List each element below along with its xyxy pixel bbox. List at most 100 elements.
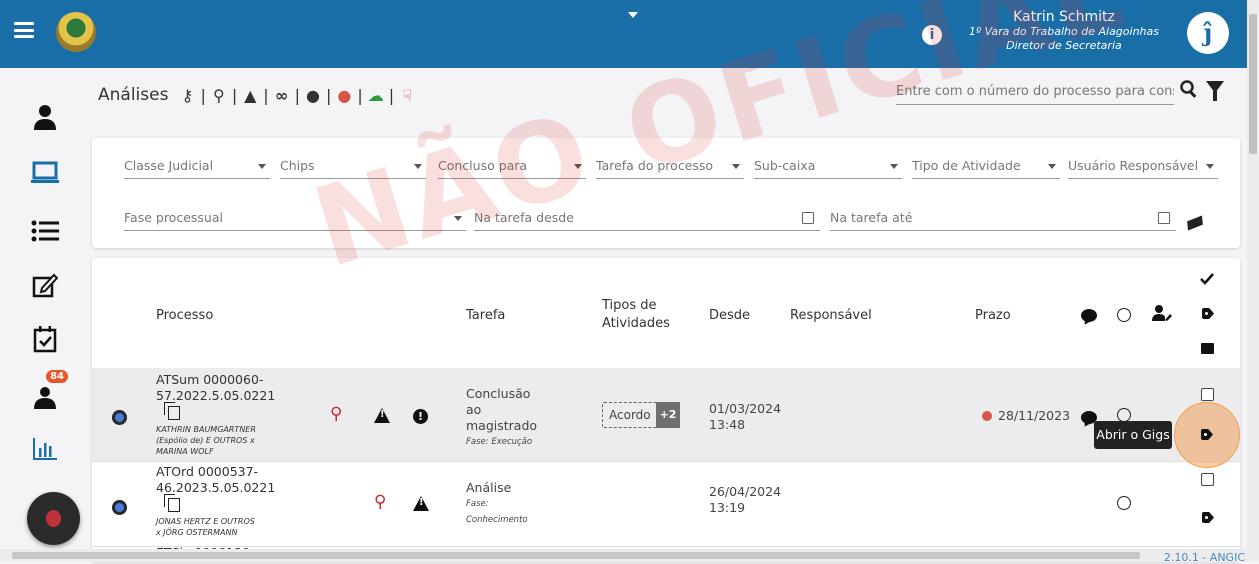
sidebar-item-reports[interactable] bbox=[28, 432, 62, 466]
sidebar-item-panel[interactable] bbox=[28, 156, 62, 190]
filters-panel: Classe Judicial Chips Concluso para Tare… bbox=[92, 138, 1240, 248]
table-row[interactable]: ATOrd 0000537- 46.2023.5.05.0221 JONAS H… bbox=[92, 461, 1240, 546]
circle-icon[interactable] bbox=[1117, 308, 1131, 322]
usuario-select[interactable]: Usuário Responsável bbox=[1068, 154, 1218, 179]
version-label: 2.10.1 - ANGIC bbox=[1163, 551, 1245, 564]
pje-logo[interactable]: ĵ bbox=[1187, 12, 1229, 54]
check-icon[interactable] bbox=[1200, 270, 1214, 289]
chip-more-count[interactable]: +2 bbox=[656, 402, 680, 428]
comment-icon[interactable] bbox=[1081, 309, 1097, 322]
task-name[interactable]: Análise Fase: Conhecimento bbox=[466, 480, 528, 528]
subcaixa-select[interactable]: Sub-caixa bbox=[754, 154, 902, 179]
hscroll-thumb[interactable] bbox=[12, 552, 1140, 559]
header-prazo[interactable]: Prazo bbox=[975, 308, 1011, 323]
thumbs-down-icon[interactable]: ☟ bbox=[398, 85, 416, 105]
sidebar-item-list[interactable] bbox=[28, 214, 62, 248]
key-icon[interactable]: ⚷ bbox=[178, 85, 196, 105]
page-title-row: Análises ⚷ | ⚲ | ▲ | ∞ | ● | ● | ☁ | ☟ bbox=[98, 80, 416, 110]
desde-date: 26/04/2024 13:19 bbox=[709, 484, 782, 515]
exclamation-icon[interactable]: ● bbox=[304, 85, 322, 105]
user-role: Diretor de Secretaria bbox=[1006, 39, 1122, 52]
menu-icon[interactable] bbox=[14, 22, 34, 38]
user-name: Katrin Schmitz bbox=[1013, 9, 1115, 25]
briefcase-icon[interactable] bbox=[1201, 343, 1214, 354]
tag-icon[interactable] bbox=[1202, 308, 1214, 319]
search-icon[interactable] bbox=[1180, 80, 1198, 103]
clock-icon[interactable]: ● bbox=[335, 85, 353, 105]
page-title: Análises bbox=[98, 85, 169, 105]
status-dot[interactable] bbox=[112, 410, 127, 425]
activity-chip[interactable]: Acordo +2 bbox=[602, 402, 680, 428]
notification-badge: 84 bbox=[46, 370, 68, 383]
sidebar-item-profile[interactable] bbox=[28, 100, 62, 134]
calendar-check-icon bbox=[33, 326, 57, 353]
tipo-atividade-select[interactable]: Tipo de Atividade bbox=[912, 154, 1060, 179]
sidebar: 84 bbox=[0, 68, 82, 562]
filter-icon[interactable] bbox=[1206, 81, 1224, 101]
sidebar-item-calendar[interactable] bbox=[28, 322, 62, 356]
top-bar: i Katrin Schmitz 1º Vara do Trabalho de … bbox=[0, 0, 1247, 68]
calendar-icon[interactable] bbox=[802, 212, 814, 224]
user-icon bbox=[34, 105, 56, 130]
circle-icon[interactable] bbox=[1117, 496, 1131, 510]
user-edit-icon[interactable] bbox=[1152, 304, 1172, 326]
desde-date: 01/03/2024 13:48 bbox=[709, 401, 782, 432]
process-search bbox=[896, 80, 1174, 105]
row-checkbox[interactable] bbox=[1201, 473, 1214, 486]
process-number[interactable]: ATOrd 0000537- 46.2023.5.05.0221 JONAS H… bbox=[156, 464, 275, 538]
scroll-thumb[interactable] bbox=[1249, 14, 1257, 154]
floating-record-button[interactable] bbox=[27, 492, 80, 545]
clock-icon bbox=[982, 411, 992, 421]
warning-icon[interactable]: ▲ bbox=[241, 85, 259, 105]
header-tipos[interactable]: Tipos de bbox=[602, 298, 657, 313]
list-icon bbox=[31, 220, 59, 242]
user-info[interactable]: Katrin Schmitz 1º Vara do Trabalho de Al… bbox=[969, 9, 1159, 53]
row-checkbox[interactable] bbox=[1201, 388, 1214, 401]
tooltip: Abrir o Gigs bbox=[1094, 421, 1172, 449]
header-desde[interactable]: Desde bbox=[709, 308, 750, 323]
header-processo[interactable]: Processo bbox=[156, 308, 213, 323]
bar-chart-icon bbox=[33, 438, 57, 460]
circle-icon[interactable] bbox=[1117, 408, 1131, 422]
desde-date-input[interactable]: Na tarefa desde bbox=[474, 206, 820, 231]
chevron-down-icon[interactable] bbox=[628, 12, 638, 18]
tarefa-select[interactable]: Tarefa do processo bbox=[596, 154, 744, 179]
table-row[interactable]: ATSum 0000060- 57.2022.5.05.0221 KATHRIN… bbox=[92, 368, 1240, 461]
chips-select[interactable]: Chips bbox=[280, 154, 426, 179]
accessibility-icon[interactable]: i bbox=[922, 25, 942, 45]
process-search-input[interactable] bbox=[896, 84, 1174, 99]
copy-icon[interactable] bbox=[164, 494, 180, 512]
horizontal-scrollbar[interactable] bbox=[0, 549, 1247, 562]
warning-icon[interactable] bbox=[374, 408, 390, 423]
sidebar-item-users[interactable]: 84 bbox=[28, 370, 68, 414]
warning-icon[interactable] bbox=[413, 496, 429, 511]
header-tarefa[interactable]: Tarefa bbox=[466, 308, 505, 323]
laptop-icon bbox=[31, 161, 59, 183]
ate-date-input[interactable]: Na tarefa até bbox=[830, 206, 1176, 231]
search-icon[interactable]: ⚲ bbox=[330, 404, 342, 424]
user-court: 1º Vara do Trabalho de Alagoinhas bbox=[968, 25, 1159, 38]
exclamation-icon[interactable]: ! bbox=[413, 409, 428, 424]
sidebar-item-edit[interactable] bbox=[28, 268, 62, 302]
users-icon bbox=[34, 387, 56, 409]
copy-icon[interactable] bbox=[164, 402, 180, 420]
concluso-select[interactable]: Concluso para bbox=[438, 154, 586, 179]
task-name[interactable]: Conclusão ao magistrado Fase: Execução bbox=[466, 386, 537, 450]
header-responsavel[interactable]: Responsável bbox=[790, 308, 872, 323]
edit-icon bbox=[32, 273, 58, 298]
search-icon[interactable]: ⚲ bbox=[374, 492, 386, 512]
header-tipos-line2: Atividades bbox=[602, 316, 670, 331]
fase-select[interactable]: Fase processual bbox=[124, 206, 466, 231]
brazil-crest-logo bbox=[56, 12, 96, 52]
prazo-date: 28/11/2023 bbox=[982, 408, 1070, 423]
process-table: Processo Tarefa Tipos de Atividades Desd… bbox=[92, 258, 1240, 562]
link-icon[interactable]: ∞ bbox=[273, 85, 291, 105]
vertical-scrollbar[interactable] bbox=[1247, 0, 1259, 562]
status-dot[interactable] bbox=[112, 500, 127, 515]
cloud-icon[interactable]: ☁ bbox=[367, 85, 385, 105]
classe-select[interactable]: Classe Judicial bbox=[124, 154, 270, 179]
process-number[interactable]: ATSum 0000060- 57.2022.5.05.0221 KATHRIN… bbox=[156, 372, 275, 457]
search-filter-icon[interactable]: ⚲ bbox=[210, 85, 228, 105]
calendar-icon[interactable] bbox=[1158, 212, 1170, 224]
tag-icon[interactable] bbox=[1202, 512, 1214, 523]
